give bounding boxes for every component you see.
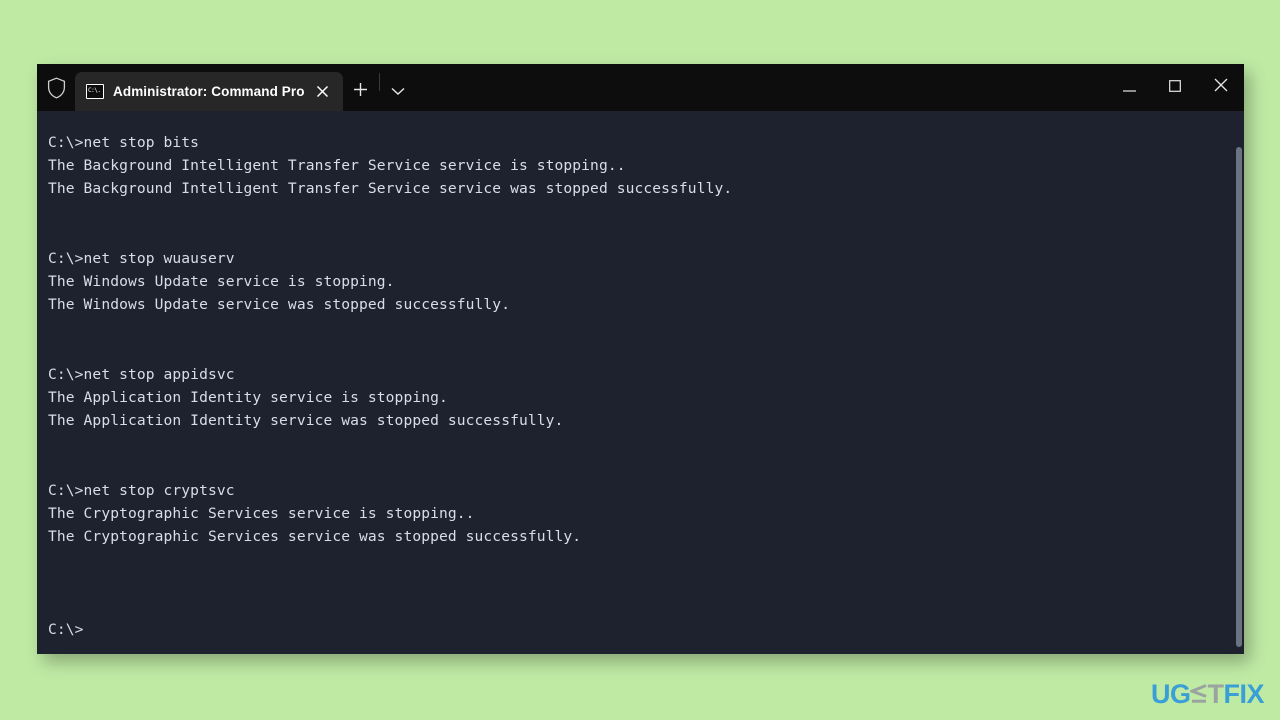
- close-icon: [1214, 78, 1228, 97]
- minimize-icon: [1122, 79, 1136, 97]
- vertical-scrollbar[interactable]: [1234, 111, 1244, 654]
- new-tab-button[interactable]: [343, 72, 379, 111]
- window-controls: [1106, 64, 1244, 111]
- watermark-e-glyph-icon: [1190, 684, 1208, 704]
- scrollbar-thumb[interactable]: [1236, 147, 1242, 647]
- tab-administrator-command-prompt[interactable]: Administrator: Command Pro: [75, 72, 343, 111]
- maximize-button[interactable]: [1152, 64, 1198, 111]
- minimize-button[interactable]: [1106, 64, 1152, 111]
- tab-dropdown-button[interactable]: [380, 72, 416, 111]
- terminal-window: Administrator: Command Pro: [37, 64, 1244, 654]
- screenshot-root: Administrator: Command Pro: [0, 0, 1280, 720]
- shield-icon: [37, 64, 75, 111]
- plus-icon: [353, 82, 368, 102]
- close-button[interactable]: [1198, 64, 1244, 111]
- watermark-part-2: T: [1207, 679, 1224, 709]
- chevron-down-icon: [391, 83, 405, 101]
- watermark-part-3: FIX: [1223, 679, 1264, 709]
- terminal-output: C:\>net stop bits The Background Intelli…: [48, 134, 733, 639]
- command-prompt-icon: [86, 84, 104, 99]
- tab-title: Administrator: Command Pro: [113, 84, 305, 99]
- maximize-icon: [1169, 79, 1181, 97]
- ugetfix-watermark: UG T FIX: [1150, 679, 1265, 709]
- tab-close-icon[interactable]: [311, 80, 335, 104]
- watermark-part-1: UG: [1150, 679, 1191, 709]
- terminal-body[interactable]: C:\>net stop bits The Background Intelli…: [37, 111, 1244, 654]
- title-bar: Administrator: Command Pro: [37, 64, 1244, 111]
